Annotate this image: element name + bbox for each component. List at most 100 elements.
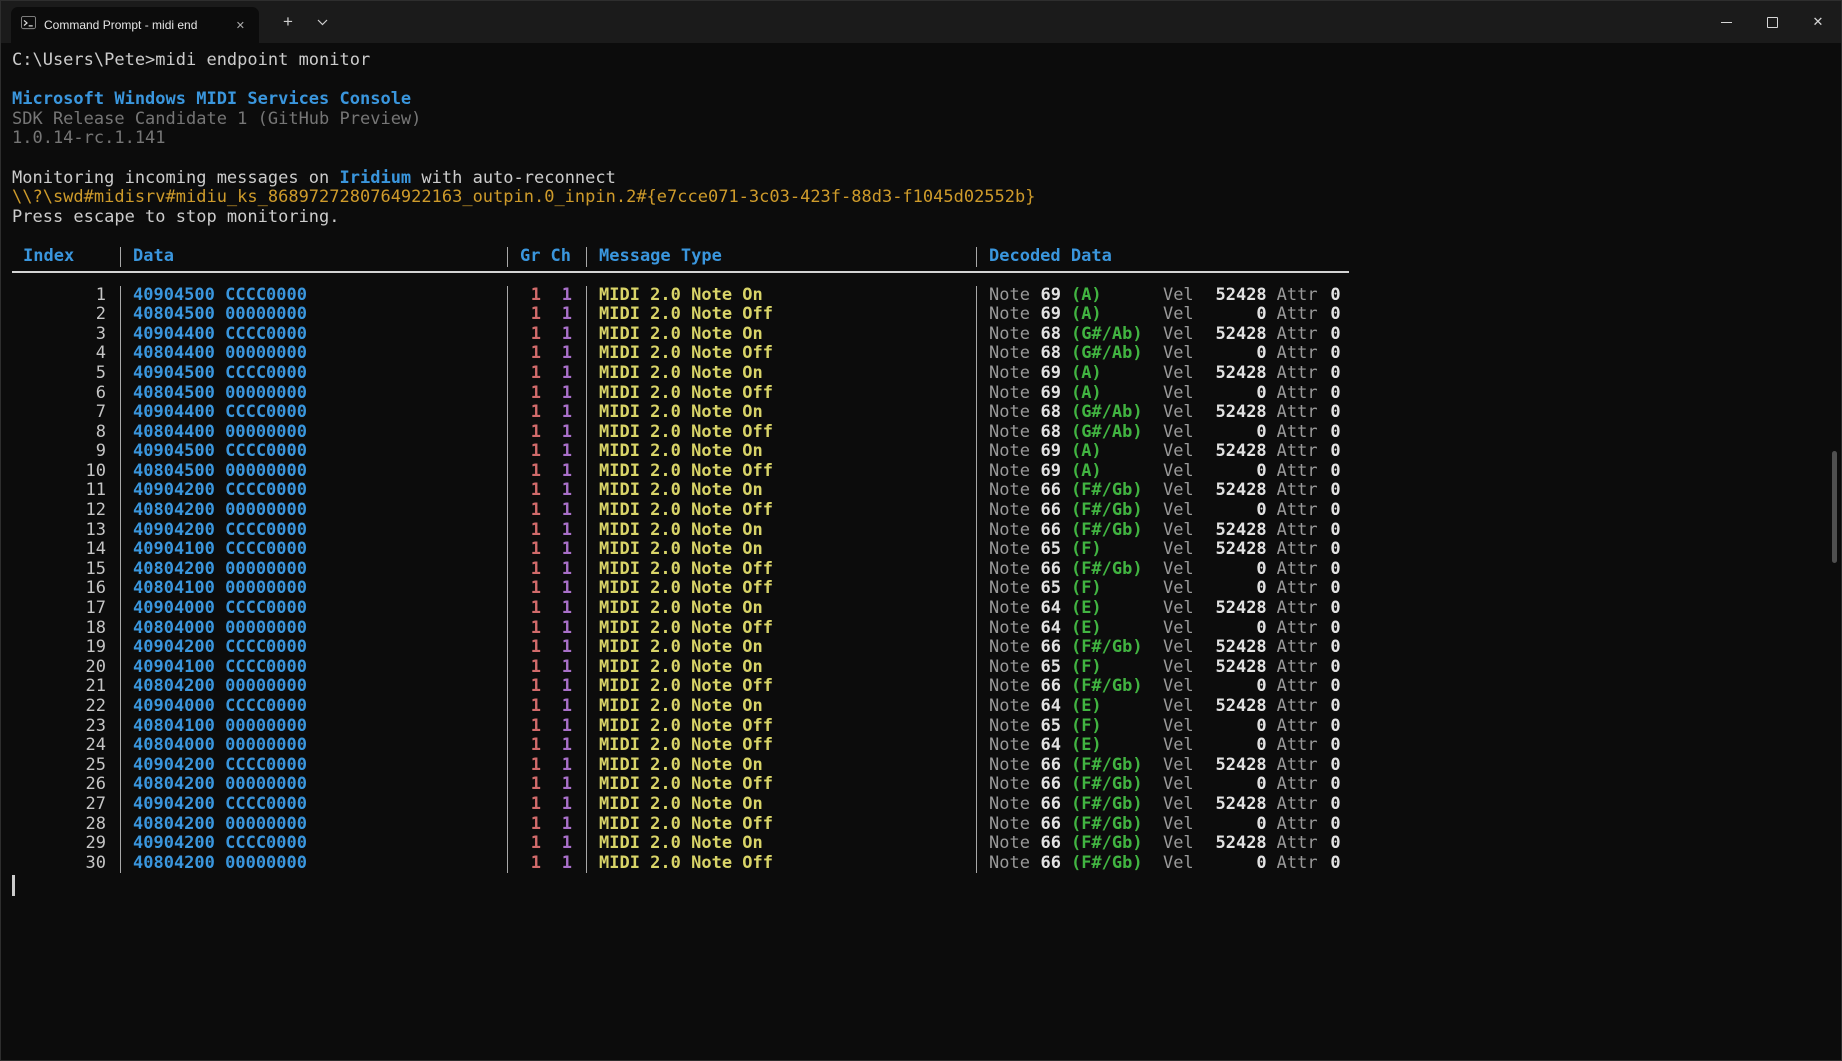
decoded-attr-value: 0 xyxy=(1318,834,1341,854)
column-separator xyxy=(120,442,121,462)
column-separator xyxy=(120,560,121,580)
column-separator xyxy=(976,736,977,756)
row-decoded: Note66(F#/Gb)Vel52428Attr0 xyxy=(989,795,1341,815)
row-index: 27 xyxy=(12,795,106,815)
table-row: 2240904000 CCCC000011MIDI 2.0 Note OnNot… xyxy=(12,697,1840,717)
close-button[interactable]: ✕ xyxy=(1795,1,1841,43)
table-row: 140904500 CCCC000011MIDI 2.0 Note OnNote… xyxy=(12,286,1840,306)
row-index: 8 xyxy=(12,423,106,443)
decoded-attr-value: 0 xyxy=(1318,305,1341,325)
column-separator xyxy=(507,286,508,306)
column-separator xyxy=(976,442,977,462)
decoded-vel-value: 0 xyxy=(1194,501,1267,521)
row-channel: 1 xyxy=(551,286,572,306)
row-decoded: Note66(F#/Gb)Vel52428Attr0 xyxy=(989,834,1341,854)
decoded-attr-value: 0 xyxy=(1318,384,1341,404)
table-row: 1640804100 0000000011MIDI 2.0 Note OffNo… xyxy=(12,579,1840,599)
row-data-hex: 40804100 00000000 xyxy=(133,717,493,737)
decoded-attr-value: 0 xyxy=(1318,658,1341,678)
decoded-attr-value: 0 xyxy=(1318,815,1341,835)
decoded-attr-value: 0 xyxy=(1318,795,1341,815)
column-separator xyxy=(586,775,587,795)
column-separator xyxy=(120,854,121,874)
prompt-line: C:\Users\Pete>midi endpoint monitor xyxy=(12,51,1840,71)
decoded-vel-label: Vel xyxy=(1163,286,1194,306)
row-index: 5 xyxy=(12,364,106,384)
decoded-vel-value: 52428 xyxy=(1194,658,1267,678)
decoded-vel-label: Vel xyxy=(1163,619,1194,639)
maximize-button[interactable] xyxy=(1749,1,1795,43)
decoded-note-name: (E) xyxy=(1071,697,1163,717)
row-decoded: Note68(G#/Ab)Vel52428Attr0 xyxy=(989,325,1341,345)
minimize-button[interactable] xyxy=(1703,1,1749,43)
row-channel: 1 xyxy=(551,834,572,854)
terminal-content[interactable]: C:\Users\Pete>midi endpoint monitor Micr… xyxy=(2,43,1840,1059)
row-group: 1 xyxy=(520,540,541,560)
column-separator xyxy=(120,423,121,443)
endpoint-path: \\?\swd#midisrv#midiu_ks_868972728076492… xyxy=(12,188,1840,208)
decoded-vel-value: 0 xyxy=(1194,717,1267,737)
row-channel: 1 xyxy=(551,501,572,521)
column-separator xyxy=(586,579,587,599)
column-separator xyxy=(507,540,508,560)
table-row: 1040804500 0000000011MIDI 2.0 Note OffNo… xyxy=(12,462,1840,482)
decoded-vel-value: 0 xyxy=(1194,736,1267,756)
column-separator xyxy=(507,560,508,580)
row-group: 1 xyxy=(520,795,541,815)
decoded-note-label: Note xyxy=(989,325,1030,345)
column-separator xyxy=(507,403,508,423)
row-data-hex: 40904200 CCCC0000 xyxy=(133,481,493,501)
column-separator xyxy=(120,638,121,658)
column-separator xyxy=(586,638,587,658)
row-index: 23 xyxy=(12,717,106,737)
decoded-attr-label: Attr xyxy=(1277,815,1318,835)
scrollbar-thumb[interactable] xyxy=(1832,451,1837,563)
decoded-note-name: (F) xyxy=(1071,658,1163,678)
row-decoded: Note64(E)Vel0Attr0 xyxy=(989,619,1341,639)
row-channel: 1 xyxy=(551,325,572,345)
tab-dropdown-chevron-icon[interactable] xyxy=(309,9,336,35)
version-line: 1.0.14-rc.1.141 xyxy=(12,129,1840,149)
row-channel: 1 xyxy=(551,344,572,364)
decoded-note-number: 66 xyxy=(1030,795,1061,815)
table-row: 640804500 0000000011MIDI 2.0 Note OffNot… xyxy=(12,384,1840,404)
decoded-note-number: 64 xyxy=(1030,736,1061,756)
decoded-note-label: Note xyxy=(989,775,1030,795)
row-data-hex: 40904400 CCCC0000 xyxy=(133,403,493,423)
decoded-note-name: (G#/Ab) xyxy=(1071,403,1163,423)
decoded-attr-label: Attr xyxy=(1277,795,1318,815)
scrollbar[interactable] xyxy=(1828,43,1840,1059)
column-separator xyxy=(976,384,977,404)
decoded-attr-value: 0 xyxy=(1318,403,1341,423)
row-group: 1 xyxy=(520,658,541,678)
tab-close-icon[interactable]: ✕ xyxy=(232,18,249,33)
decoded-note-name: (F#/Gb) xyxy=(1071,677,1163,697)
column-separator xyxy=(976,403,977,423)
row-index: 18 xyxy=(12,619,106,639)
row-decoded: Note68(G#/Ab)Vel0Attr0 xyxy=(989,423,1341,443)
decoded-attr-value: 0 xyxy=(1318,599,1341,619)
row-index: 3 xyxy=(12,325,106,345)
decoded-vel-label: Vel xyxy=(1163,344,1194,364)
decoded-note-name: (G#/Ab) xyxy=(1071,344,1163,364)
column-separator xyxy=(120,815,121,835)
column-separator xyxy=(976,286,977,306)
new-tab-button[interactable]: + xyxy=(275,10,301,34)
table-row: 240804500 0000000011MIDI 2.0 Note OffNot… xyxy=(12,305,1840,325)
row-decoded: Note66(F#/Gb)Vel0Attr0 xyxy=(989,775,1341,795)
row-data-hex: 40804000 00000000 xyxy=(133,619,493,639)
row-index: 28 xyxy=(12,815,106,835)
tab-command-prompt[interactable]: Command Prompt - midi end ✕ xyxy=(11,7,259,43)
decoded-note-number: 66 xyxy=(1030,834,1061,854)
column-separator xyxy=(586,717,587,737)
row-index: 11 xyxy=(12,481,106,501)
column-separator xyxy=(976,521,977,541)
row-message-type: MIDI 2.0 Note Off xyxy=(599,501,962,521)
decoded-attr-value: 0 xyxy=(1318,344,1341,364)
row-index: 14 xyxy=(12,540,106,560)
decoded-note-name: (F#/Gb) xyxy=(1071,775,1163,795)
message-table: 140904500 CCCC000011MIDI 2.0 Note OnNote… xyxy=(12,286,1840,874)
column-separator xyxy=(507,638,508,658)
row-message-type: MIDI 2.0 Note On xyxy=(599,481,962,501)
row-channel: 1 xyxy=(551,619,572,639)
